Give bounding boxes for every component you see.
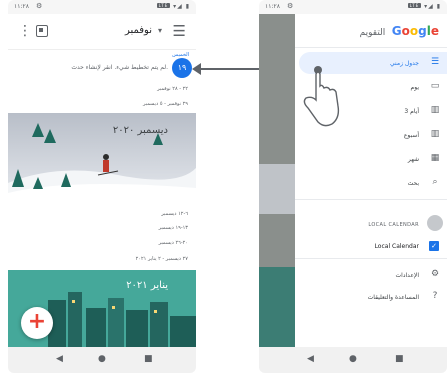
banner-title: يناير ٢٠٢١ — [126, 280, 168, 291]
system-nav-bar: ◀ ● ■ — [8, 347, 196, 373]
day-icon: ▭ — [430, 81, 440, 91]
drawer-item-search[interactable]: بحث ⌕ — [295, 172, 447, 194]
system-nav-bar: ◀ ● ■ — [259, 347, 447, 373]
account-avatar — [427, 215, 443, 231]
drawer-header: التقويم Google — [360, 24, 439, 38]
month-banner-december: ديسمبر ٢٠٢٠ — [8, 113, 196, 203]
week-range: ٦-١٢ ديسمبر — [161, 211, 188, 217]
recents-icon[interactable]: ■ — [144, 354, 153, 364]
status-time: ١١:٢٨ — [265, 3, 280, 10]
settings-status-icon: ⚙ — [287, 2, 294, 10]
drawer-item-label: أسبوع — [403, 132, 419, 139]
search-icon: ⌕ — [432, 177, 438, 187]
week-range: ٢٠-٢٦ ديسمبر — [158, 240, 188, 246]
drawer-item-label: الإعدادات — [395, 272, 419, 279]
month-selector[interactable]: نوفمبر — [125, 25, 152, 36]
google-logo: Google — [391, 24, 439, 38]
today-icon[interactable] — [36, 25, 48, 37]
status-bar: ١١:٢٨ ⚙ LTE ▾◢ ▮ — [8, 0, 196, 14]
week-range: ١٣-١٩ ديسمبر — [158, 225, 188, 231]
home-icon[interactable]: ● — [349, 354, 357, 364]
drawer-item-label: شهر — [407, 156, 419, 163]
checkbox-checked-icon[interactable]: ✓ — [429, 241, 439, 251]
drawer-item-settings[interactable]: الإعدادات ⚙ — [295, 264, 447, 286]
today-date[interactable]: ١٩ — [172, 58, 192, 78]
banner-title: ديسمبر ٢٠٢٠ — [112, 125, 168, 136]
status-bar: ١١:٢٨ ⚙ LTE ▾◢ ▮ — [259, 0, 447, 14]
tap-gesture-hand-icon — [303, 66, 340, 127]
chevron-down-icon[interactable]: ▾ — [158, 26, 162, 35]
recents-icon[interactable]: ■ — [395, 354, 404, 364]
signal-icons: LTE ▾◢ ▮ — [156, 3, 190, 10]
back-icon[interactable]: ◀ — [307, 354, 314, 364]
empty-day-hint[interactable]: لم يتم تخطيط شيء. انقر لإنشاء حدث. — [71, 64, 168, 71]
help-icon: ? — [432, 291, 438, 301]
drawer-item-label: 3 أيام — [404, 108, 419, 115]
dimmed-background[interactable] — [259, 14, 295, 347]
gear-icon: ⚙ — [430, 269, 440, 279]
drawer-item-help[interactable]: المساعدة والتعليقات ? — [295, 286, 447, 308]
create-event-button[interactable]: + — [21, 307, 53, 339]
hamburger-menu-icon[interactable]: ☰ — [173, 22, 186, 40]
drawer-item-label: المساعدة والتعليقات — [367, 294, 419, 301]
schedule-icon: ☰ — [430, 57, 440, 67]
phone-schedule-view: ١١:٢٨ ⚙ LTE ▾◢ ▮ ⋮ نوفمبر ▾ ☰ الخميس ١٩ … — [8, 0, 196, 373]
drawer-item-label: بحث — [407, 180, 419, 187]
week-range: ٢٧ ديسمبر - ٢ يناير ٢٠٢١ — [135, 256, 188, 262]
week-range: ٢٢ - ٢٨ نوفمبر — [157, 86, 188, 92]
app-bar: ⋮ نوفمبر ▾ ☰ — [8, 14, 196, 50]
local-calendar-header: LOCAL CALENDAR — [368, 222, 419, 228]
app-name: التقويم — [359, 28, 386, 38]
home-icon[interactable]: ● — [98, 354, 106, 364]
week-range: ٢٩ نوفمبر - ٥ ديسمبر — [143, 101, 188, 107]
drawer-item-month[interactable]: شهر ▦ — [295, 148, 447, 170]
week-icon: ▥ — [430, 129, 440, 139]
month-icon: ▦ — [430, 153, 440, 163]
status-time: ١١:٢٨ — [14, 3, 29, 10]
phone-drawer-view: ١١:٢٨ ⚙ LTE ▾◢ ▮ التقويم Google جدول زمن… — [259, 0, 447, 373]
back-icon[interactable]: ◀ — [56, 354, 63, 364]
three-day-icon: ▥ — [430, 105, 440, 115]
drawer-item-label: جدول زمني — [390, 60, 419, 67]
settings-status-icon: ⚙ — [36, 2, 43, 10]
signal-icons: LTE ▾◢ ▮ — [407, 3, 441, 10]
local-calendar-label: Local Calendar — [374, 243, 419, 250]
more-options-icon[interactable]: ⋮ — [18, 23, 32, 39]
drawer-item-label: يوم — [410, 84, 419, 91]
